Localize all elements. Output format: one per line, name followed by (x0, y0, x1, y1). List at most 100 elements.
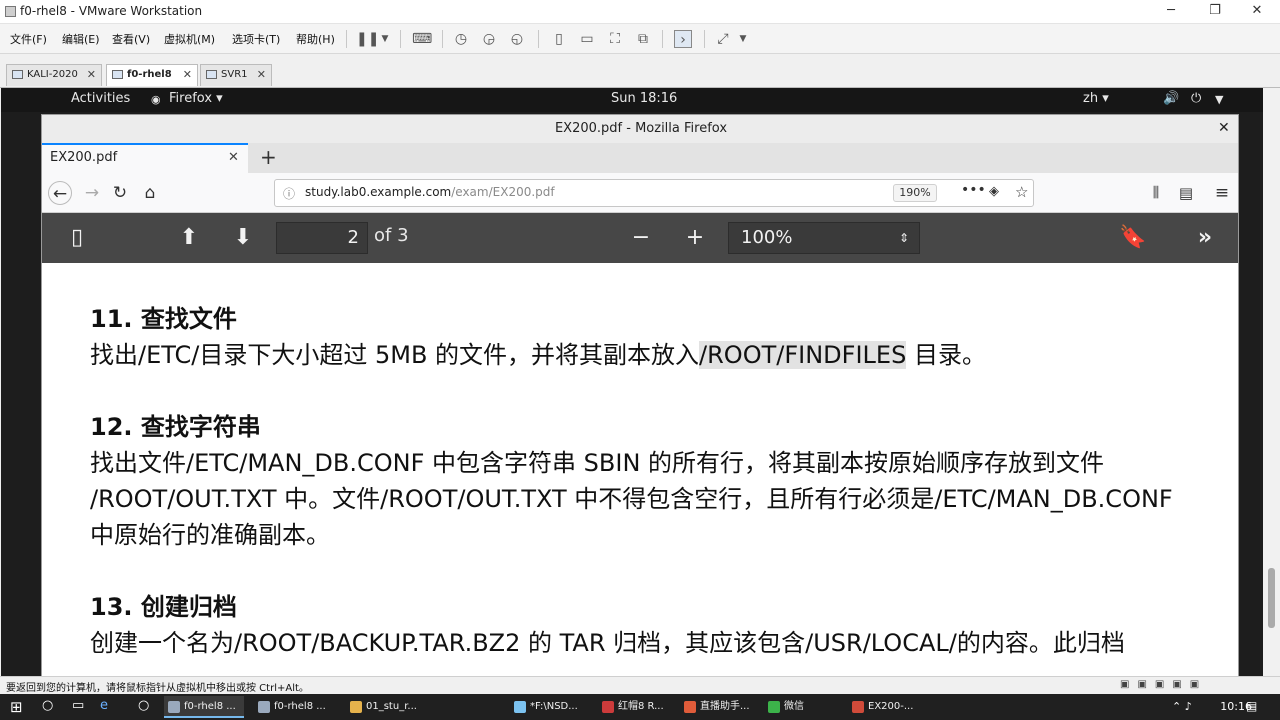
menu-help[interactable]: 帮助(H) (296, 31, 335, 47)
notification-icon[interactable]: ▤ (1246, 699, 1257, 713)
taskbar-item[interactable]: *F:\NSD... (510, 696, 590, 718)
zoom-value: 100% (741, 227, 793, 248)
back-icon[interactable]: ← (48, 181, 72, 205)
activities-button[interactable]: Activities (71, 91, 130, 106)
chevron-down-icon[interactable]: ▼ (1215, 93, 1223, 106)
taskbar-item[interactable]: EX200-... (848, 696, 928, 718)
section-11-line: 找出/ETC/目录下大小超过 5MB 的文件，并将其副本放入/ROOT/FIND… (90, 335, 986, 370)
stretch-icon[interactable]: ⤢ (714, 30, 732, 48)
pdf-page[interactable]: 11. 查找文件 找出/ETC/目录下大小超过 5MB 的文件，并将其副本放入/… (42, 263, 1238, 676)
bookmark-star-icon[interactable]: ☆ (1015, 183, 1028, 201)
menu-view[interactable]: 查看(V) (112, 31, 150, 47)
snapshot-manager-icon[interactable]: ◵ (508, 30, 526, 48)
pocket-icon[interactable]: ◈ (989, 184, 999, 199)
page-actions-icon[interactable]: ••• (961, 182, 986, 198)
close-icon[interactable]: ✕ (1218, 120, 1230, 136)
url-bar[interactable]: ⓘ study.lab0.example.com/exam/EX200.pdf … (274, 179, 1034, 207)
menu-file[interactable]: 文件(F) (10, 31, 47, 47)
send-keys-icon[interactable]: ⌨ (412, 30, 432, 48)
search-icon[interactable]: ○ (42, 698, 53, 713)
url-domain: study.lab0.example.com (305, 185, 452, 199)
guest-scrollbar[interactable] (1263, 88, 1280, 676)
revert-snapshot-icon[interactable]: ◶ (480, 30, 498, 48)
close-icon[interactable]: ✕ (1234, 0, 1280, 24)
section-12-title: 12. 查找字符串 (90, 413, 261, 441)
taskbar-item[interactable]: f0-rhel8 ... (254, 696, 334, 718)
window-title: f0-rhel8 - VMware Workstation (20, 4, 203, 18)
gnome-top-bar: Activities ◉ Firefox ▾ Sun 18:16 zh ▾ 🔊 … (1, 88, 1263, 112)
tray-icons[interactable]: ⌃ ♪ (1172, 700, 1192, 713)
info-icon[interactable]: ⓘ (283, 185, 295, 202)
page-number-input[interactable]: 2 (276, 222, 368, 254)
library-icon[interactable]: ⫼ (1144, 181, 1168, 205)
tab-f0-rhel8[interactable]: f0-rhel8 ✕ (106, 64, 198, 86)
sidebar-toggle-icon[interactable]: ▯ (62, 224, 92, 252)
power-icon[interactable]: ⏻ (1191, 91, 1201, 106)
tools-icon[interactable]: » (1190, 224, 1220, 252)
next-page-icon[interactable]: ⬇ (228, 224, 258, 252)
cortana-icon[interactable]: ○ (138, 698, 149, 713)
task-view-icon[interactable]: ▭ (72, 698, 84, 713)
close-icon[interactable]: ✕ (183, 65, 192, 85)
home-icon[interactable]: ⌂ (138, 181, 162, 205)
selected-text[interactable]: /ROOT/FINDFILES (699, 341, 907, 369)
toolbar-separator (400, 30, 401, 48)
text-run: 找出/ETC/目录下大小超过 5MB 的文件，并将其副本放入 (90, 341, 700, 369)
tab-kali-2020[interactable]: KALI-2020 ✕ (6, 64, 102, 86)
unity-icon[interactable]: ⧉ (634, 30, 652, 48)
guest-display[interactable]: Activities ◉ Firefox ▾ Sun 18:16 zh ▾ 🔊 … (1, 88, 1263, 676)
maximize-icon[interactable]: ❐ (1192, 0, 1238, 24)
snapshot-icon[interactable]: ◷ (452, 30, 470, 48)
tab-svr1[interactable]: SVR1 ✕ (200, 64, 272, 86)
menu-edit[interactable]: 编辑(E) (62, 31, 100, 47)
forward-icon[interactable]: → (80, 181, 104, 205)
input-method[interactable]: zh ▾ (1083, 91, 1109, 106)
text-run: 目录。 (906, 341, 986, 369)
minimize-icon[interactable]: ─ (1148, 0, 1194, 24)
app-menu[interactable]: Firefox ▾ (169, 91, 223, 106)
tab-label: SVR1 (221, 69, 248, 80)
zoom-in-icon[interactable]: + (680, 224, 710, 252)
windows-start-icon[interactable]: ⊞ (10, 698, 23, 716)
taskbar-item[interactable]: 红帽8 R... (598, 696, 678, 718)
fullscreen-icon[interactable]: ⛶ (606, 30, 624, 48)
close-icon[interactable]: ✕ (257, 65, 266, 85)
close-icon[interactable]: ✕ (87, 65, 96, 85)
zoom-select[interactable]: 100% ⇕ (728, 222, 920, 254)
taskbar-item[interactable]: 直播助手... (680, 696, 760, 718)
menu-tabs[interactable]: 选项卡(T) (232, 31, 280, 47)
reload-icon[interactable]: ↻ (108, 181, 132, 205)
edge-icon[interactable]: e (100, 698, 108, 713)
vm-icon (12, 70, 23, 79)
pause-icon[interactable]: ❚❚ (356, 30, 379, 48)
tab-ex200-pdf[interactable]: EX200.pdf ✕ (42, 143, 248, 173)
vm-icon (112, 70, 123, 79)
close-icon[interactable]: ✕ (228, 150, 239, 165)
hamburger-menu-icon[interactable]: ≡ (1210, 181, 1234, 205)
firefox-icon: ◉ (151, 93, 161, 106)
new-tab-icon[interactable]: + (260, 145, 277, 169)
vmware-app-icon (5, 6, 16, 17)
console-view-icon[interactable]: ▭ (578, 30, 596, 48)
chevron-down-icon[interactable]: ▼ (376, 30, 394, 48)
taskbar-item[interactable]: 01_stu_r... (346, 696, 424, 718)
taskbar-item[interactable]: 微信 (764, 696, 834, 718)
tab-title: EX200.pdf (50, 150, 118, 165)
zoom-badge[interactable]: 190% (893, 184, 937, 202)
taskbar-item[interactable]: f0-rhel8 ... (164, 696, 244, 718)
scrollbar-thumb[interactable] (1268, 568, 1275, 628)
sidebars-icon[interactable]: ▤ (1174, 181, 1198, 205)
volume-icon[interactable]: 🔊 (1163, 91, 1179, 106)
taskbar-item-label: 01_stu_r... (366, 701, 417, 712)
sidebar-icon[interactable]: ▯ (550, 30, 568, 48)
bookmark-icon[interactable]: 🔖 (1118, 224, 1148, 252)
terminal-icon[interactable]: › (674, 30, 692, 48)
menu-vm[interactable]: 虚拟机(M) (164, 31, 215, 47)
device-icons[interactable]: ▣▣▣▣▣ (1120, 679, 1207, 690)
zoom-out-icon[interactable]: − (626, 224, 656, 252)
gnome-clock[interactable]: Sun 18:16 (611, 91, 677, 106)
taskbar-item-label: f0-rhel8 ... (184, 701, 236, 712)
previous-page-icon[interactable]: ⬆ (174, 224, 204, 252)
chevron-down-icon[interactable]: ▼ (734, 30, 752, 48)
chevron-updown-icon: ⇕ (898, 231, 909, 245)
